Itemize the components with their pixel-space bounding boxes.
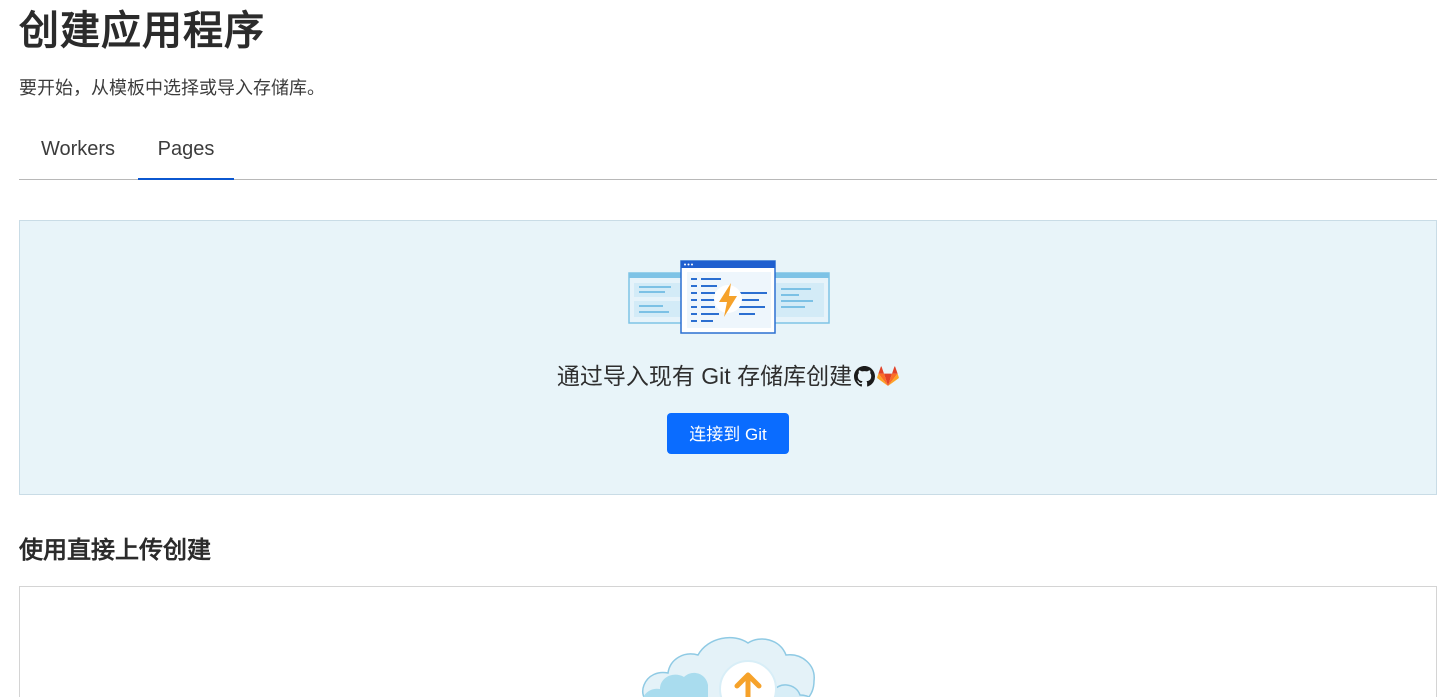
code-window-lightning-icon (628, 260, 830, 334)
page-subtitle: 要开始，从模板中选择或导入存储库。 (19, 78, 325, 98)
cloud-upload-icon (642, 636, 815, 697)
tab-pages[interactable]: Pages (138, 124, 234, 180)
create-application-page: 创建应用程序 要开始，从模板中选择或导入存储库。 Workers Pages 通… (0, 0, 1442, 697)
page-title: 创建应用程序 (19, 9, 265, 53)
direct-upload-heading: 使用直接上传创建 (19, 537, 211, 564)
git-import-title-text: 通过导入现有 Git 存储库创建 (556, 363, 853, 389)
tab-workers[interactable]: Workers (19, 124, 137, 179)
gitlab-icon (877, 366, 899, 387)
git-import-panel: 通过导入现有 Git 存储库创建 连接到 Git (19, 220, 1437, 495)
git-import-title: 通过导入现有 Git 存储库创建 (20, 361, 1436, 391)
direct-upload-panel[interactable] (19, 586, 1437, 697)
connect-to-git-button[interactable]: 连接到 Git (667, 413, 789, 454)
github-icon (854, 366, 876, 387)
tab-bar: Workers Pages (19, 124, 1437, 180)
